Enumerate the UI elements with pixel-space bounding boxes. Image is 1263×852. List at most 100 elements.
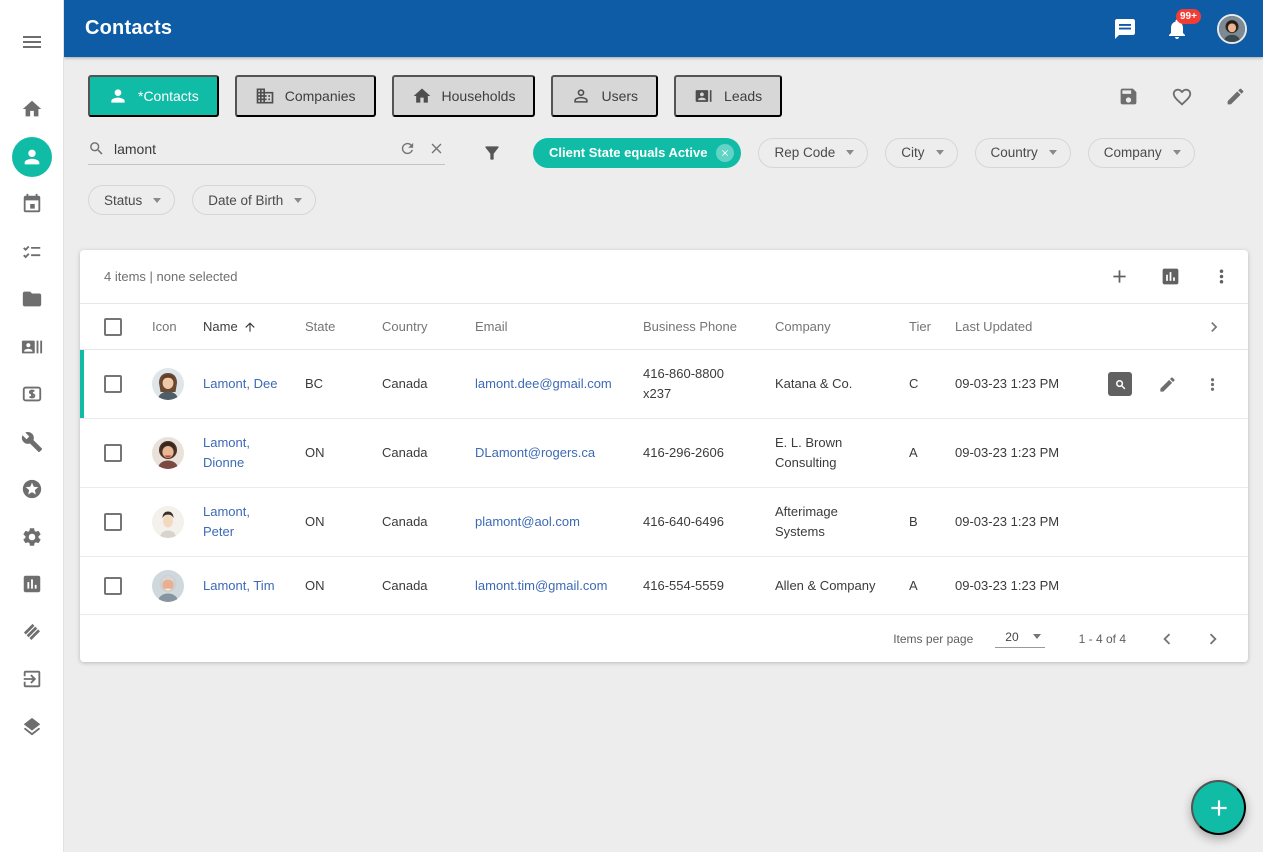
cell-phone: 416-860-8800 x237 [643,364,775,404]
contact-name-link[interactable]: Lamont, Peter [203,502,305,542]
search-field [88,140,445,165]
applied-filter-chip[interactable]: Client State equals Active [533,138,741,168]
add-record-button[interactable] [1109,266,1130,287]
column-header-name[interactable]: Name [203,319,305,334]
chip-label: Company [1104,145,1162,160]
nav-documents[interactable] [8,276,56,324]
cell-updated: 09-03-23 1:23 PM [955,576,1100,596]
column-header-phone[interactable]: Business Phone [643,319,775,334]
selection-summary: 4 items | none selected [104,269,237,284]
table-row[interactable]: Lamont, Peter ON Canada plamont@aol.com … [80,488,1248,557]
active-nav-highlight [12,137,52,177]
cell-updated: 09-03-23 1:23 PM [955,443,1100,463]
checklist-icon [21,241,43,263]
favorite-view-button[interactable] [1171,86,1193,113]
filter-chip-status[interactable]: Status [88,185,175,215]
column-header-updated[interactable]: Last Updated [955,319,1100,334]
tab-contacts[interactable]: *Contacts [88,75,219,117]
remove-filter-button[interactable] [716,144,734,162]
buildings-icon [255,86,275,106]
table-header: Icon Name State Country Email Business P… [80,303,1248,350]
refresh-button[interactable] [399,140,416,157]
column-header-tier[interactable]: Tier [909,319,955,334]
cell-tier: C [909,374,955,394]
contact-email-link[interactable]: lamont.tim@gmail.com [475,576,643,596]
notifications-button[interactable]: 99+ [1165,17,1189,41]
chip-label: Rep Code [774,145,835,160]
more-options-button[interactable] [1211,266,1232,287]
search-input[interactable] [114,141,387,157]
selection-summary-bar: 4 items | none selected [80,250,1248,303]
nav-layers[interactable] [8,703,56,751]
filter-chip-company[interactable]: Company [1088,138,1195,168]
nav-contacts-active[interactable] [8,133,56,181]
nav-tasks[interactable] [8,228,56,276]
contact-email-link[interactable]: lamont.dee@gmail.com [475,374,643,394]
analytics-button[interactable] [1160,266,1181,287]
vertical-dots-icon [1203,375,1222,394]
nav-home[interactable] [8,86,56,134]
nav-settings[interactable] [8,513,56,561]
filter-chip-rep-code[interactable]: Rep Code [758,138,868,168]
table-row[interactable]: Lamont, Tim ON Canada lamont.tim@gmail.c… [80,557,1248,615]
table-row[interactable]: Lamont, Dee BC Canada lamont.dee@gmail.c… [80,350,1248,419]
bar-chart-icon [1160,266,1181,287]
tab-users[interactable]: Users [551,75,658,117]
contact-email-link[interactable]: plamont@aol.com [475,512,643,532]
nav-reports[interactable] [8,561,56,609]
search-filter-row: Client State equals Active Rep Code City… [88,137,1263,168]
row-checkbox[interactable] [104,577,122,595]
edit-record-button[interactable] [1158,375,1177,394]
select-all-checkbox[interactable] [104,318,122,336]
scroll-columns-right-button[interactable] [1204,317,1224,337]
edit-view-button[interactable] [1225,86,1246,113]
page-range-label: 1 - 4 of 4 [1079,632,1126,646]
tab-households[interactable]: Households [392,75,536,117]
messages-button[interactable] [1113,17,1137,41]
filter-row-2: Status Date of Birth [88,185,1263,215]
column-header-country[interactable]: Country [382,319,475,334]
cell-company: E. L. Brown Consulting [775,433,909,473]
contact-email-link[interactable]: DLamont@rogers.ca [475,443,643,463]
next-page-button[interactable] [1202,628,1224,650]
row-checkbox[interactable] [104,513,122,531]
tab-label: Leads [724,88,762,104]
save-view-button[interactable] [1118,86,1139,113]
tab-leads[interactable]: Leads [674,75,782,117]
main-content: *Contacts Companies Households Users Lea… [64,57,1263,852]
nav-exit[interactable] [8,656,56,704]
row-checkbox[interactable] [104,375,122,393]
filter-chip-country[interactable]: Country [975,138,1071,168]
filter-chip-city[interactable]: City [885,138,957,168]
nav-pipelines[interactable] [8,608,56,656]
hamburger-menu-button[interactable] [8,18,56,66]
pencil-icon [1225,86,1246,107]
column-header-icon[interactable]: Icon [152,319,203,334]
tab-companies[interactable]: Companies [235,75,376,117]
nav-rolodex[interactable] [8,323,56,371]
page-size-select[interactable]: 20 [995,630,1044,648]
filter-chip-date-of-birth[interactable]: Date of Birth [192,185,316,215]
preview-record-button[interactable] [1108,372,1132,396]
clear-search-button[interactable] [428,140,445,157]
contact-name-link[interactable]: Lamont, Dionne [203,433,305,473]
add-contact-fab[interactable] [1191,780,1246,835]
nav-favorites[interactable] [8,466,56,514]
contact-name-link[interactable]: Lamont, Tim [203,576,305,596]
refresh-icon [399,140,416,157]
contact-card-icon [21,336,43,358]
cell-company: Katana & Co. [775,374,909,394]
table-row[interactable]: Lamont, Dionne ON Canada DLamont@rogers.… [80,419,1248,488]
nav-calendar[interactable] [8,181,56,229]
previous-page-button[interactable] [1156,628,1178,650]
contact-name-link[interactable]: Lamont, Dee [203,374,305,394]
nav-tools[interactable] [8,418,56,466]
column-header-email[interactable]: Email [475,319,643,334]
user-avatar[interactable] [1217,14,1247,44]
filter-button[interactable] [482,143,502,163]
row-checkbox[interactable] [104,444,122,462]
row-more-button[interactable] [1203,375,1222,394]
column-header-company[interactable]: Company [775,319,909,334]
column-header-state[interactable]: State [305,319,382,334]
nav-billing[interactable] [8,371,56,419]
